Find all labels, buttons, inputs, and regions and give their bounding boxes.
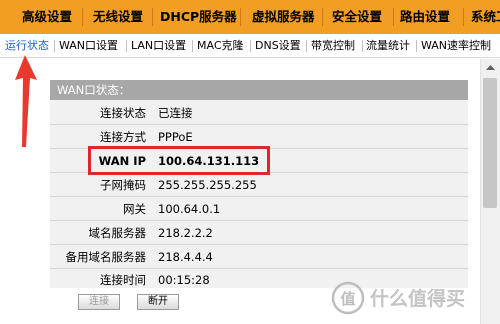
gateway-value: 100.64.0.1 [158, 202, 221, 216]
connection-time-label: 连接时间 [100, 273, 146, 287]
top-nav-dhcp[interactable]: DHCP服务器 [160, 0, 237, 34]
gateway-label: 网关 [123, 202, 146, 216]
nav-divider [463, 8, 464, 26]
subnet-mask-label: 子网掩码 [100, 178, 146, 192]
tab-lan-settings[interactable]: LAN口设置 [131, 34, 186, 57]
tab-divider [362, 40, 363, 52]
top-nav-system[interactable]: 系统工 [471, 0, 500, 34]
row-divider [50, 196, 468, 197]
nav-divider [240, 8, 241, 26]
top-nav-virtual-server[interactable]: 虚拟服务器 [252, 0, 315, 34]
connect-button[interactable]: 连接 [78, 294, 120, 310]
nav-divider [322, 8, 323, 26]
dns-server-label: 域名服务器 [88, 226, 147, 240]
connection-status-value: 已连接 [158, 106, 193, 120]
row-divider [50, 220, 468, 221]
nav-divider [82, 8, 83, 26]
backup-dns-value: 218.4.4.4 [158, 250, 213, 264]
tab-divider [54, 40, 55, 52]
subnet-mask-value: 255.255.255.255 [158, 178, 257, 192]
wan-ip-highlight [88, 146, 270, 175]
tab-traffic-stats[interactable]: 流量统计 [366, 34, 410, 57]
top-nav-wireless[interactable]: 无线设置 [93, 0, 143, 34]
tab-wan-rate-control[interactable]: WAN速率控制 [421, 34, 491, 57]
tab-divider [192, 40, 193, 52]
connection-type-value: PPPoE [158, 130, 193, 144]
watermark-brand-text: 什么值得买 [370, 287, 465, 310]
tab-divider [126, 40, 127, 52]
scroll-up-arrow-icon[interactable] [481, 59, 500, 76]
row-divider [50, 268, 468, 269]
top-nav-routing[interactable]: 路由设置 [400, 0, 450, 34]
top-nav: 高级设置 无线设置 DHCP服务器 虚拟服务器 安全设置 路由设置 系统工 [0, 0, 500, 34]
row-divider [50, 244, 468, 245]
tab-divider [306, 40, 307, 52]
tab-mac-clone[interactable]: MAC克隆 [197, 34, 244, 57]
watermark-text: 值 [340, 290, 355, 308]
watermark-logo-icon: 值 什么值得买 [331, 281, 465, 315]
nav-divider [152, 8, 153, 26]
sub-nav: 运行状态 WAN口设置 LAN口设置 MAC克隆 DNS设置 带宽控制 流量统计… [0, 34, 500, 58]
row-divider [50, 124, 468, 125]
top-nav-security[interactable]: 安全设置 [332, 0, 382, 34]
tab-divider [250, 40, 251, 52]
disconnect-button[interactable]: 断开 [137, 294, 179, 310]
tab-wan-settings[interactable]: WAN口设置 [59, 34, 118, 57]
panel-title: WAN口状态： [57, 83, 131, 97]
dns-server-value: 218.2.2.2 [158, 226, 213, 240]
nav-divider [393, 8, 394, 26]
tab-dns-settings[interactable]: DNS设置 [255, 34, 301, 57]
tab-bandwidth-control[interactable]: 带宽控制 [311, 34, 355, 57]
annotation-arrow-icon [15, 55, 37, 147]
connection-time-value: 00:15:28 [158, 273, 210, 287]
tab-divider [416, 40, 417, 52]
top-nav-advanced[interactable]: 高级设置 [22, 0, 72, 34]
scrollbar-thumb[interactable] [483, 78, 497, 208]
backup-dns-label: 备用域名服务器 [65, 250, 147, 264]
